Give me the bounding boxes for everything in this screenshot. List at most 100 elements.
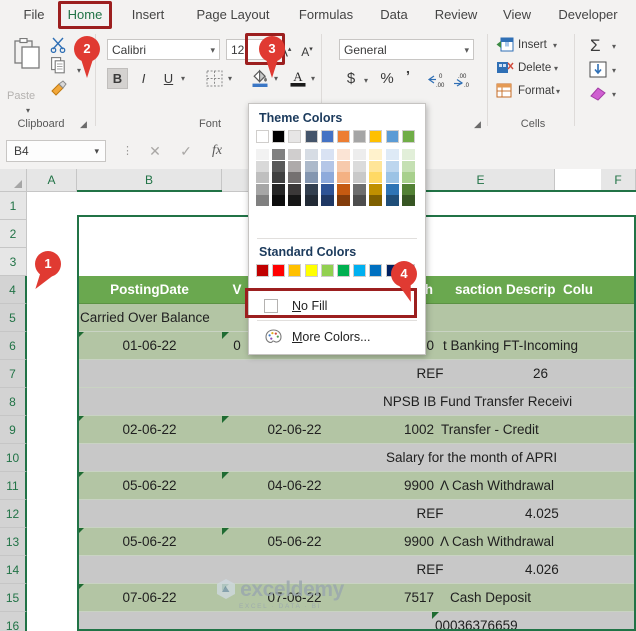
row-header-16[interactable]: 16 bbox=[0, 612, 27, 631]
theme-color-shade-swatch[interactable] bbox=[272, 183, 286, 195]
fill-color-dropdown[interactable]: Theme Colors Standard Colors No Fill Mor… bbox=[248, 103, 426, 355]
table-cell[interactable]: Carried Over Balance bbox=[77, 304, 237, 332]
italic-button[interactable]: I bbox=[133, 68, 154, 89]
theme-color-shade-swatch[interactable] bbox=[353, 172, 367, 184]
insert-function-button[interactable]: fx bbox=[207, 141, 227, 161]
row-header-8[interactable]: 8 bbox=[0, 388, 27, 416]
theme-color-shade-swatch[interactable] bbox=[256, 183, 269, 195]
comma-button[interactable]: ’ bbox=[400, 68, 416, 85]
currency-button[interactable]: $ bbox=[343, 70, 359, 87]
theme-color-shade-swatch[interactable] bbox=[304, 172, 318, 184]
copy-icon[interactable] bbox=[51, 57, 67, 74]
table-cell[interactable]: REF bbox=[400, 556, 460, 584]
ribbon-tab-review[interactable]: Review bbox=[428, 0, 484, 30]
no-fill-menu-item[interactable]: No Fill bbox=[252, 294, 422, 318]
format-cells-icon[interactable] bbox=[496, 83, 514, 99]
table-cell[interactable]: 00036376659 bbox=[432, 612, 636, 631]
table-cell[interactable]: 05-06-22 bbox=[77, 528, 222, 556]
theme-color-shade-swatch[interactable] bbox=[288, 172, 302, 184]
format-cells-label[interactable]: Format bbox=[518, 85, 554, 97]
table-cell[interactable]: Λ Cash Withdrawal bbox=[437, 472, 617, 500]
bold-button[interactable]: B bbox=[107, 68, 128, 89]
delete-cells-icon[interactable] bbox=[496, 60, 514, 76]
table-cell[interactable]: 26 bbox=[530, 360, 570, 388]
table-cell[interactable]: 9900 bbox=[397, 528, 437, 556]
theme-color-shade-swatch[interactable] bbox=[369, 195, 383, 207]
table-cell[interactable]: REF bbox=[400, 360, 460, 388]
autosum-icon[interactable]: Σ bbox=[590, 37, 601, 54]
standard-color-swatch[interactable] bbox=[337, 264, 350, 277]
theme-color-shade-swatch[interactable] bbox=[385, 149, 399, 160]
table-cell[interactable]: 05-06-22 bbox=[77, 472, 222, 500]
theme-color-shade-swatch[interactable] bbox=[337, 172, 350, 184]
row-header-5[interactable]: 5 bbox=[0, 304, 27, 332]
theme-color-shade-swatch[interactable] bbox=[320, 172, 334, 184]
theme-color-shade-swatch[interactable] bbox=[401, 172, 415, 184]
theme-color-swatch[interactable] bbox=[353, 130, 367, 143]
theme-color-shade-swatch[interactable] bbox=[320, 183, 334, 195]
theme-color-shade-swatch[interactable] bbox=[272, 160, 286, 172]
font-color-icon[interactable]: A bbox=[289, 68, 307, 88]
ribbon-tab-file[interactable]: File bbox=[14, 0, 54, 30]
table-cell[interactable]: 1002 bbox=[397, 416, 437, 444]
clipboard-dialog-launcher[interactable]: ◢ bbox=[80, 119, 90, 129]
more-colors-menu-item[interactable]: More Colors... bbox=[252, 325, 422, 349]
theme-color-shade-swatch[interactable] bbox=[353, 160, 367, 172]
table-cell[interactable]: REF bbox=[400, 500, 460, 528]
table-header-cell[interactable]: Colu bbox=[560, 276, 636, 304]
row-header-7[interactable]: 7 bbox=[0, 360, 27, 388]
table-cell[interactable]: t Banking FT-Incoming bbox=[440, 332, 636, 360]
theme-color-swatch[interactable] bbox=[304, 130, 318, 143]
number-format-combo[interactable]: General ▾ bbox=[339, 39, 474, 60]
column-header-E[interactable]: E bbox=[407, 169, 555, 192]
column-header-F[interactable]: F bbox=[601, 169, 636, 192]
row-header-14[interactable]: 14 bbox=[0, 556, 27, 584]
borders-dropdown-arrow[interactable]: ▾ bbox=[228, 74, 232, 83]
table-cell[interactable]: NPSB IB Fund Transfer Receivi bbox=[380, 388, 636, 416]
ribbon-tab-page-layout[interactable]: Page Layout bbox=[185, 0, 281, 30]
scissors-icon[interactable] bbox=[50, 36, 67, 53]
row-header-10[interactable]: 10 bbox=[0, 444, 27, 472]
table-cell[interactable]: Salary for the month of APRI bbox=[383, 444, 636, 472]
theme-color-shade-swatch[interactable] bbox=[272, 149, 286, 160]
decrease-decimal-icon[interactable]: 0 .00 bbox=[427, 72, 447, 89]
paintbrush-icon[interactable] bbox=[50, 80, 68, 97]
theme-color-shade-swatch[interactable] bbox=[288, 195, 302, 207]
theme-color-swatch[interactable] bbox=[320, 130, 334, 143]
theme-color-shade-swatch[interactable] bbox=[385, 195, 399, 207]
insert-cells-label[interactable]: Insert bbox=[518, 39, 547, 51]
theme-color-swatch[interactable] bbox=[369, 130, 383, 143]
row-header-3[interactable]: 3 bbox=[0, 248, 27, 276]
standard-color-swatch[interactable] bbox=[320, 264, 334, 277]
theme-color-shade-swatch[interactable] bbox=[288, 149, 302, 160]
chevron-down-icon[interactable]: ▾ bbox=[210, 40, 215, 60]
theme-color-shade-swatch[interactable] bbox=[337, 195, 350, 207]
theme-color-shade-swatch[interactable] bbox=[256, 160, 269, 172]
insert-dropdown-arrow[interactable]: ▾ bbox=[553, 41, 557, 50]
ribbon-tab-data[interactable]: Data bbox=[374, 0, 414, 30]
theme-color-shade-swatch[interactable] bbox=[304, 195, 318, 207]
theme-color-shade-swatch[interactable] bbox=[401, 183, 415, 195]
insert-cells-icon[interactable] bbox=[496, 37, 514, 53]
column-header-A[interactable]: A bbox=[27, 169, 77, 192]
increase-decimal-icon[interactable]: .00 .0 bbox=[453, 72, 473, 89]
standard-color-swatch[interactable] bbox=[288, 264, 302, 277]
theme-color-shade-swatch[interactable] bbox=[272, 172, 286, 184]
standard-color-swatch[interactable] bbox=[256, 264, 269, 277]
theme-color-swatch[interactable] bbox=[401, 130, 415, 143]
row-header-13[interactable]: 13 bbox=[0, 528, 27, 556]
table-cell[interactable]: 9900 bbox=[397, 472, 437, 500]
shrink-font-button[interactable]: A▾ bbox=[298, 40, 316, 59]
font-name-combo[interactable]: Calibri ▾ bbox=[107, 39, 220, 60]
chevron-down-icon[interactable]: ▾ bbox=[464, 40, 469, 60]
theme-color-shade-swatch[interactable] bbox=[256, 195, 269, 207]
borders-icon[interactable] bbox=[206, 70, 223, 87]
theme-color-swatch[interactable] bbox=[256, 130, 269, 143]
paste-dropdown-arrow[interactable]: ▾ bbox=[26, 106, 30, 115]
ribbon-tab-home[interactable]: Home bbox=[60, 0, 110, 30]
theme-color-swatch[interactable] bbox=[272, 130, 286, 143]
theme-color-swatch[interactable] bbox=[337, 130, 350, 143]
theme-color-shade-swatch[interactable] bbox=[369, 172, 383, 184]
column-header-B[interactable]: B bbox=[77, 169, 222, 192]
format-dropdown-arrow[interactable]: ▾ bbox=[556, 87, 560, 96]
